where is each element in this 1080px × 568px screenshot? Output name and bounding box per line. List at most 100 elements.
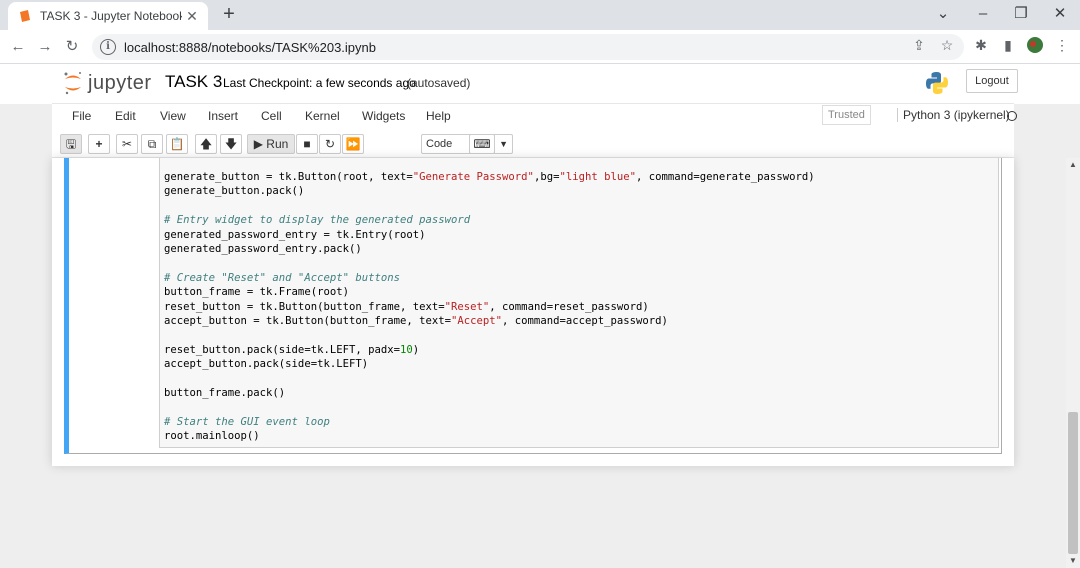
browser-tab[interactable]: TASK 3 - Jupyter Notebook ✕ — [8, 2, 208, 30]
code-token: accept_button = tk.Button(button_frame, … — [164, 315, 452, 328]
save-icon: 🖫 — [65, 137, 77, 151]
back-icon[interactable]: ← — [6, 35, 30, 59]
code-token: generate_button.pack() — [164, 185, 305, 198]
code-token: generated_password_entry.pack() — [164, 243, 362, 256]
menu-kernel[interactable]: Kernel — [305, 109, 340, 123]
page-scrollbar[interactable]: ▲ ▼ — [1066, 158, 1080, 568]
browser-menu-icon[interactable]: ⋮ — [1053, 36, 1071, 54]
code-line: # Create "Reset" and "Accept" buttons — [164, 272, 400, 284]
menu-file[interactable]: File — [72, 109, 91, 123]
close-window-button[interactable]: ✕ — [1047, 3, 1073, 25]
minimize-button[interactable]: – — [970, 3, 996, 25]
maximize-button[interactable]: ❐ — [1008, 3, 1034, 25]
code-token: # Create "Reset" and "Accept" buttons — [164, 271, 400, 284]
code-cell[interactable]: generate_button = tk.Button(root, text= "… — [64, 158, 1002, 454]
paste-button[interactable]: 📋 — [166, 134, 188, 154]
python-logo-icon — [924, 70, 950, 101]
forward-icon[interactable]: → — [33, 35, 57, 59]
save-button[interactable]: 🖫 — [60, 134, 82, 154]
menu-view[interactable]: View — [160, 109, 186, 123]
scroll-down-icon[interactable]: ▼ — [1066, 556, 1080, 568]
move-up-button[interactable]: 🡅 — [195, 134, 217, 154]
bookmark-star-icon[interactable]: ☆ — [938, 37, 956, 54]
chevron-down-icon: ▼ — [499, 139, 508, 149]
code-line: accept_button = tk.Button(button_frame, … — [164, 315, 668, 327]
jupyter-favicon-icon — [18, 9, 32, 23]
kernel-name: Python 3 (ipykernel) — [897, 108, 1010, 122]
code-line: generate_button.pack() — [164, 185, 304, 197]
tab-search-icon[interactable]: ⌄ — [930, 3, 956, 25]
menu-widgets[interactable]: Widgets — [362, 109, 405, 123]
code-line: reset_button.pack(side=tk.LEFT, padx=10) — [164, 344, 419, 356]
interrupt-button[interactable]: ■ — [296, 134, 318, 154]
notebook-container: generate_button = tk.Button(root, text= "… — [52, 158, 1014, 466]
menu-help[interactable]: Help — [426, 109, 451, 123]
scroll-up-icon[interactable]: ▲ — [1066, 160, 1080, 172]
code-line: generate_button = tk.Button(root, text= "… — [164, 171, 815, 183]
code-line: # Start the GUI event loop — [164, 416, 330, 428]
code-token: "Accept" — [451, 315, 503, 328]
notebook-toolbar: 🖫 + ✂ ⧉ 📋 🡅 🡇 ▶ Run ■ ↻ ⏩ Code ▼ ⌨ — [52, 128, 1014, 158]
code-token: button_frame = tk.Frame(root) — [164, 286, 349, 299]
run-button[interactable]: ▶ Run — [247, 134, 295, 154]
autosave-status: (autosaved) — [407, 76, 471, 90]
menu-cell[interactable]: Cell — [261, 109, 282, 123]
stop-icon: ■ — [303, 137, 311, 151]
extensions-icon[interactable]: ✱ — [972, 36, 990, 54]
code-token: , command=generate_password) — [636, 171, 815, 183]
copy-icon: ⧉ — [147, 137, 157, 151]
trusted-badge[interactable]: Trusted — [822, 105, 871, 125]
command-palette-button[interactable]: ⌨ — [469, 134, 495, 154]
code-token: generate_button = tk.Button(root, text= — [164, 171, 413, 183]
reload-icon[interactable]: ↻ — [60, 35, 84, 59]
checkpoint-status: Last Checkpoint: a few seconds ago — [223, 76, 416, 90]
jupyter-logo-text: jupyter — [88, 71, 152, 94]
new-tab-button[interactable]: + — [218, 4, 240, 26]
code-token: "Reset" — [444, 300, 490, 313]
code-token: # Entry widget to display the generated … — [164, 214, 471, 227]
code-token: reset_button = tk.Button(button_frame, t… — [164, 300, 445, 313]
code-token: 10 — [400, 343, 413, 356]
code-token: "light blue" — [559, 171, 636, 183]
restart-run-all-button[interactable]: ⏩ — [342, 134, 364, 154]
address-bar[interactable]: i localhost:8888/notebooks/TASK%203.ipyn… — [92, 34, 964, 60]
tab-close-icon[interactable]: ✕ — [182, 8, 202, 25]
copy-button[interactable]: ⧉ — [141, 134, 163, 154]
code-text[interactable]: generate_button = tk.Button(root, text= "… — [164, 170, 815, 444]
fast-forward-icon: ⏩ — [345, 137, 361, 151]
code-token: root.mainloop() — [164, 430, 260, 443]
arrow-down-icon: 🡇 — [224, 137, 238, 151]
cell-type-select[interactable]: Code ▼ — [421, 134, 513, 154]
arrow-up-icon: 🡅 — [199, 137, 213, 151]
cell-type-value: Code — [426, 138, 453, 150]
restart-icon: ↻ — [324, 137, 336, 151]
browser-tabstrip: TASK 3 - Jupyter Notebook ✕ + ⌄ – ❐ ✕ — [0, 0, 1080, 30]
site-info-icon[interactable]: i — [100, 39, 116, 55]
code-line: button_frame.pack() — [164, 387, 285, 399]
code-editor[interactable]: generate_button = tk.Button(root, text= "… — [159, 158, 999, 448]
jupyter-logo-icon — [64, 72, 81, 95]
tab-title: TASK 3 - Jupyter Notebook — [40, 9, 182, 23]
scrollbar-thumb[interactable] — [1068, 412, 1078, 554]
side-panel-icon[interactable]: ▮ — [999, 36, 1017, 54]
jupyter-logo[interactable]: jupyter — [62, 70, 152, 96]
cut-button[interactable]: ✂ — [116, 134, 138, 154]
jupyter-header: jupyter TASK 3 Last Checkpoint: a few se… — [0, 64, 1080, 104]
code-line: # Entry widget to display the generated … — [164, 214, 470, 226]
code-line: reset_button = tk.Button(button_frame, t… — [164, 301, 649, 313]
menu-insert[interactable]: Insert — [208, 109, 238, 123]
move-down-button[interactable]: 🡇 — [220, 134, 242, 154]
profile-avatar[interactable] — [1026, 36, 1044, 54]
browser-navbar: ← → ↻ i localhost:8888/notebooks/TASK%20… — [0, 30, 1080, 64]
code-token: generated_password_entry = tk.Entry(root… — [164, 228, 426, 241]
code-line: button_frame = tk.Frame(root) — [164, 286, 349, 298]
code-line: generated_password_entry.pack() — [164, 243, 362, 255]
scissors-icon: ✂ — [121, 137, 133, 151]
menu-edit[interactable]: Edit — [115, 109, 136, 123]
restart-button[interactable]: ↻ — [319, 134, 341, 154]
share-icon[interactable]: ⇪ — [910, 37, 928, 54]
notebook-name[interactable]: TASK 3 — [165, 72, 222, 92]
code-token: reset_button.pack(side=tk.LEFT, padx= — [164, 343, 400, 356]
logout-button[interactable]: Logout — [966, 69, 1018, 93]
insert-cell-button[interactable]: + — [88, 134, 110, 154]
